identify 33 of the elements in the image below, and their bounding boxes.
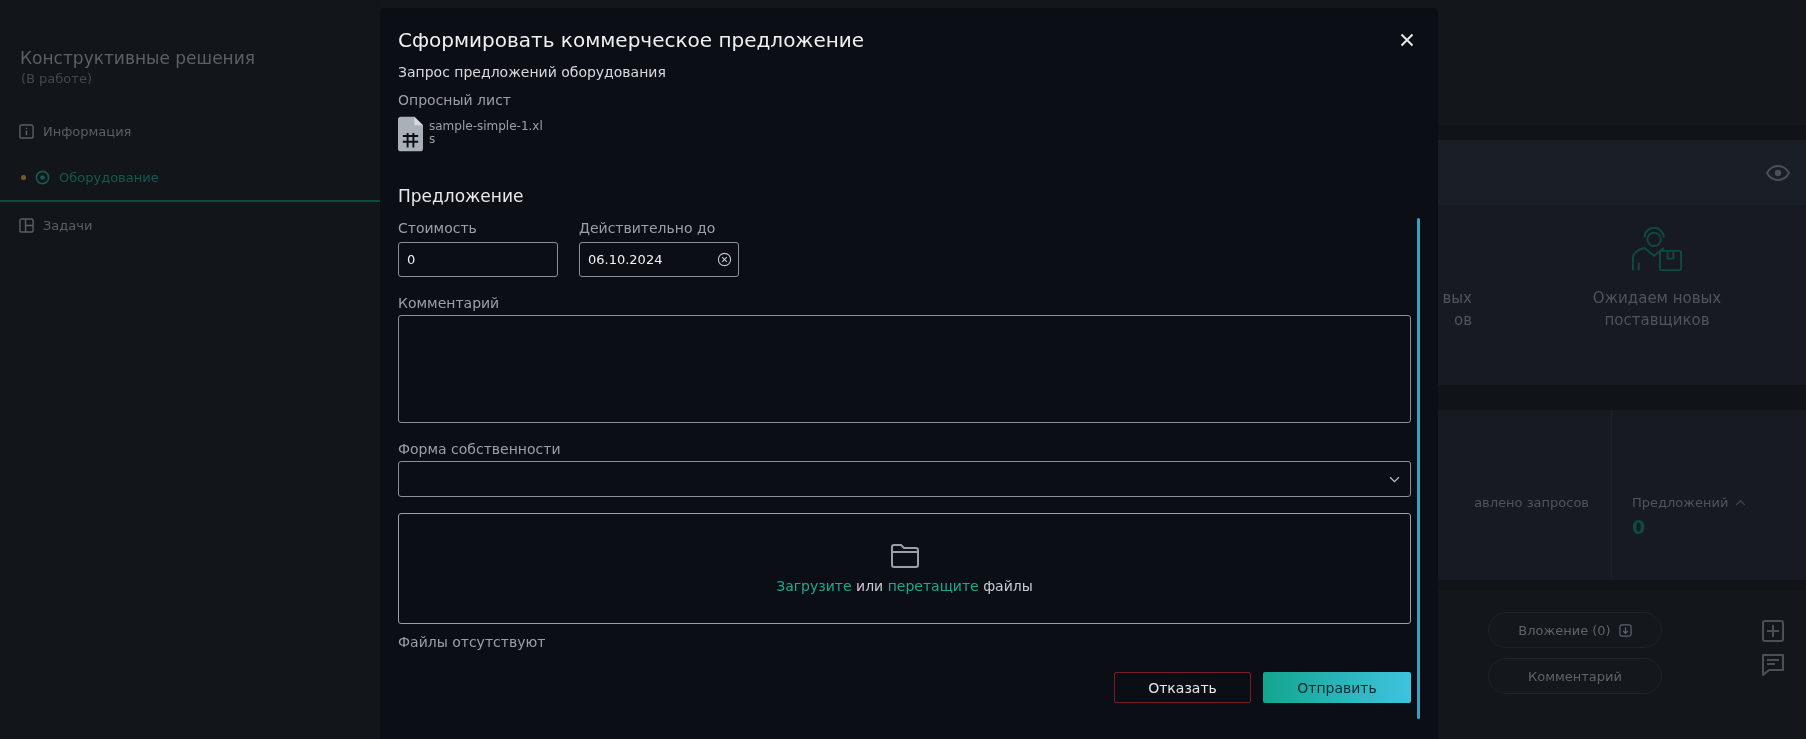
info-icon — [19, 124, 34, 139]
spreadsheet-file-icon[interactable] — [398, 116, 423, 152]
status-label: вых ов — [1442, 288, 1472, 331]
dialog-title: Сформировать коммерческое предложение — [398, 28, 865, 52]
layout-icon — [19, 218, 34, 233]
submit-button[interactable]: Отправить — [1263, 672, 1411, 703]
date-field[interactable]: 06.10.2024 — [579, 242, 739, 277]
upload-instructions: Загрузите или перетащите файлы — [776, 577, 1033, 594]
close-icon[interactable] — [1400, 33, 1414, 47]
field-label: Комментарий — [398, 295, 501, 311]
request-title: Запрос предложений оборудования — [398, 64, 667, 80]
ownership-dropdown[interactable] — [398, 461, 1411, 497]
field-label: Стоимость — [398, 220, 478, 236]
project-title: Конструктивные решения — [19, 48, 256, 68]
drag-link[interactable]: перетащите — [887, 577, 979, 594]
cost-field[interactable]: 0 — [398, 242, 558, 277]
folder-icon — [889, 543, 920, 568]
file-name[interactable]: sample-simple-1.xls — [429, 120, 545, 146]
reject-button[interactable]: Отказать — [1114, 672, 1251, 703]
field-label: Действительно до — [579, 220, 717, 236]
download-icon — [1618, 623, 1632, 637]
waiting-suppliers-label: Ожидаем новых поставщиков — [1591, 288, 1723, 331]
no-files-note: Файлы отсутствуют — [398, 634, 547, 650]
comment-field[interactable] — [398, 315, 1411, 423]
stat-label: авлено запросов — [1474, 495, 1589, 510]
clear-icon[interactable] — [717, 252, 732, 267]
field-label: Опросный лист — [398, 92, 512, 108]
upload-link[interactable]: Загрузите — [776, 577, 852, 594]
section-title: Предложение — [398, 186, 525, 206]
chevron-down-icon — [1389, 475, 1400, 483]
field-label: Форма собственности — [398, 441, 562, 457]
stat-label: Предложений — [1632, 495, 1729, 510]
file-drop-zone[interactable]: Загрузите или перетащите файлы — [398, 513, 1411, 624]
